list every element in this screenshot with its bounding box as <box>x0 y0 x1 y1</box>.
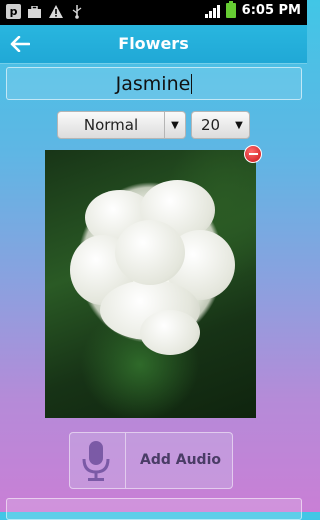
microphone-icon <box>82 441 110 481</box>
add-audio-button[interactable]: Add Audio <box>69 432 233 489</box>
text-caret <box>191 73 193 94</box>
usb-icon <box>69 4 84 19</box>
flower-name-value: Jasmine <box>115 72 191 95</box>
notification-icons: p <box>6 4 84 19</box>
remove-icon <box>248 153 258 155</box>
action-bar: Flowers <box>0 25 307 64</box>
dropdown-arrow-icon: ▼ <box>235 119 243 131</box>
audio-button-divider <box>125 433 126 488</box>
flower-name-input[interactable]: Jasmine <box>6 67 302 100</box>
p-app-icon: p <box>6 4 21 19</box>
flower-photo[interactable] <box>45 150 256 418</box>
remove-photo-button[interactable] <box>244 145 262 163</box>
text-size-value: 20 <box>200 116 221 134</box>
status-time: 6:05 PM <box>241 3 301 18</box>
text-style-select[interactable]: Normal ▼ <box>57 111 186 139</box>
text-style-value: Normal <box>83 116 139 134</box>
briefcase-icon <box>27 4 42 19</box>
warning-icon <box>48 4 63 19</box>
status-bar: p 6:05 PM <box>0 0 307 25</box>
dropdown-arrow-icon: ▼ <box>164 112 185 138</box>
add-audio-label: Add Audio <box>140 452 221 468</box>
description-input[interactable] <box>6 498 302 520</box>
battery-charging-icon <box>225 1 236 18</box>
signal-icon <box>204 4 220 18</box>
text-size-select[interactable]: 20 ▼ <box>191 111 250 139</box>
page-title: Flowers <box>118 34 189 53</box>
